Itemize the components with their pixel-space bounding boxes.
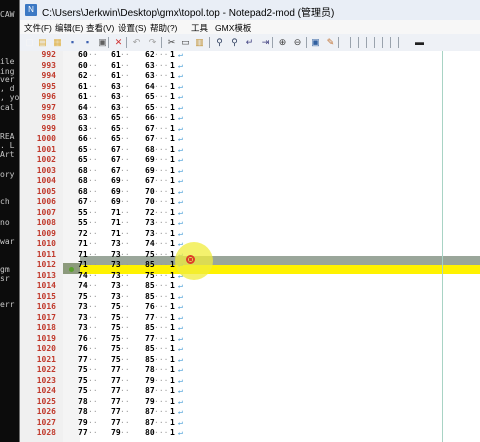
toolbar-separator <box>209 37 210 48</box>
terminal-line: CAW <box>0 10 15 19</box>
terminal-line: , d <box>0 84 15 93</box>
toolbar-separator <box>382 37 383 48</box>
replace-icon[interactable]: ⚲ <box>229 37 240 48</box>
text-line[interactable]: 1028 77 79 80 1 ·· ·· ··· ↵ <box>20 426 480 439</box>
terminal-line: ch <box>0 197 10 206</box>
redo-icon[interactable]: ↷ <box>147 37 158 48</box>
close-icon[interactable]: ✕ <box>113 37 124 48</box>
terminal-line: . L <box>0 141 15 150</box>
menu-settings[interactable]: 设置(S) <box>118 22 146 34</box>
save-as-icon[interactable]: ▪ <box>82 37 93 48</box>
wordwrap-icon[interactable]: ↵ <box>244 37 255 48</box>
terminal-line: ile <box>0 57 15 66</box>
menu-edit[interactable]: 编辑(E) <box>55 22 83 34</box>
save-icon[interactable]: ▪ <box>67 37 78 48</box>
terminal-line: ory <box>0 170 15 179</box>
notepad-app-icon: N <box>25 4 37 16</box>
editor-area[interactable]: 992 60 61 62 1 ·· ·· ··· ↵ 993 60 61 63 1 ·· ·· ··· ↵ 994 6… <box>20 50 480 442</box>
terminal-line: gm <box>0 265 10 274</box>
view-icon[interactable]: ▣ <box>310 37 321 48</box>
toolbar-separator <box>161 37 162 48</box>
toolbar-separator <box>366 37 367 48</box>
notepad2-window: N C:\Users\Jerkwin\Desktop\gmx\topol.top… <box>19 0 480 442</box>
title-bar[interactable]: N C:\Users\Jerkwin\Desktop\gmx\topol.top… <box>20 0 480 20</box>
toolbar-separator <box>126 37 127 48</box>
print-icon[interactable]: ▣ <box>97 37 108 48</box>
toolbar-separator <box>374 37 375 48</box>
find-icon[interactable]: ⚲ <box>214 37 225 48</box>
atom-i: 77 <box>78 428 88 437</box>
whitespace-marker: ·· <box>88 428 98 437</box>
menu-help[interactable]: 帮助(?) <box>150 22 177 34</box>
browse-icon[interactable]: ▦ <box>52 37 63 48</box>
new-icon[interactable]: ▢ <box>24 37 35 48</box>
paste-icon[interactable]: ▥ <box>194 37 205 48</box>
undo-icon[interactable]: ↶ <box>131 37 142 48</box>
whitespace-marker: ·· <box>120 428 130 437</box>
menu-tools[interactable]: 工具 <box>191 22 208 34</box>
menu-view[interactable]: 查看(V) <box>86 22 114 34</box>
indent-icon[interactable]: ⇥ <box>260 37 271 48</box>
terminal-line: war <box>0 237 15 246</box>
line-end-icon: ↵ <box>178 428 183 437</box>
line-number: 1028 <box>36 428 56 437</box>
terminal-line: sr <box>0 274 10 283</box>
terminal-line: REA <box>0 132 15 141</box>
whitespace-marker: ··· <box>154 428 169 437</box>
menu-gmx-template[interactable]: GMX模板 <box>215 22 251 34</box>
toolbar-separator <box>358 37 359 48</box>
toolbar-separator <box>398 37 399 48</box>
run-icon[interactable]: ▬ <box>414 37 425 48</box>
toolbar-separator <box>338 37 339 48</box>
cut-icon[interactable]: ✂ <box>166 37 177 48</box>
menu-bar: 文件(F) 编辑(E) 查看(V) 设置(S) 帮助(?) 工具 GMX模板 <box>20 20 480 34</box>
toolbar-separator <box>390 37 391 48</box>
terminal-line: , yo <box>0 93 20 102</box>
open-icon[interactable]: ▤ <box>37 37 48 48</box>
zoom-out-icon[interactable]: ⊖ <box>292 37 303 48</box>
mouse-cursor-dot <box>189 258 192 261</box>
menu-file[interactable]: 文件(F) <box>24 22 52 34</box>
terminal-line: cal <box>0 103 15 112</box>
scheme-icon[interactable]: ✎ <box>325 37 336 48</box>
terminal-line: ver <box>0 75 15 84</box>
terminal-line: Art <box>0 150 15 159</box>
terminal-line: err <box>0 300 15 309</box>
window-title: C:\Users\Jerkwin\Desktop\gmx\topol.top -… <box>42 8 335 19</box>
toolbar-separator <box>350 37 351 48</box>
toolbar-separator <box>306 37 307 48</box>
toolbar-separator <box>272 37 273 48</box>
copy-icon[interactable]: ▭ <box>180 37 191 48</box>
function-type: 1 <box>170 428 175 437</box>
terminal-line: no <box>0 218 10 227</box>
zoom-in-icon[interactable]: ⊕ <box>277 37 288 48</box>
toolbar-separator <box>108 37 109 48</box>
